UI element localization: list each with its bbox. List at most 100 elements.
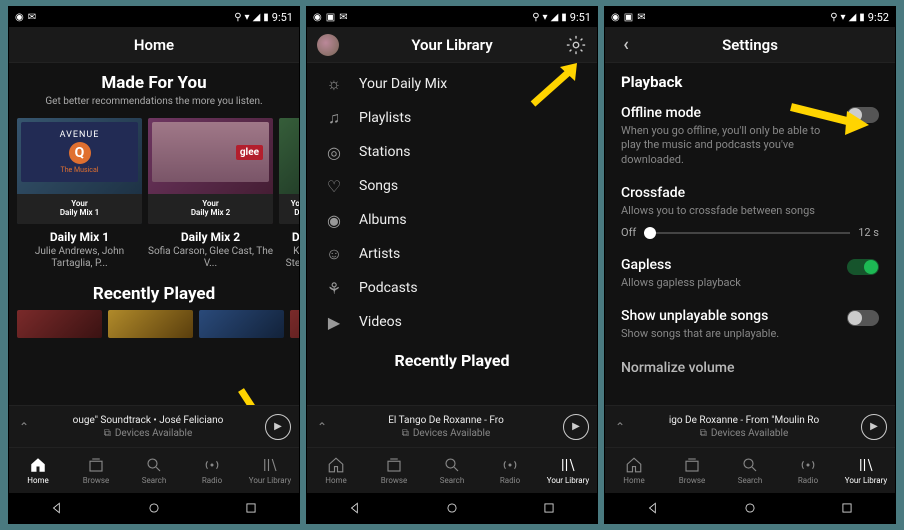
signal-icon: ◢	[253, 12, 261, 23]
library-item-artists[interactable]: ☺ Artists	[307, 237, 597, 271]
recent-item[interactable]	[290, 310, 299, 338]
nav-home[interactable]: Home	[605, 448, 663, 493]
search-icon	[443, 456, 461, 474]
glee-art: glee	[152, 122, 269, 182]
bluetooth-icon: ⚲	[830, 12, 837, 23]
play-button[interactable]: ▶	[861, 414, 887, 440]
nav-library[interactable]: Your Library	[241, 448, 299, 493]
library-content: ☼ Your Daily Mix ♫ Playlists ◎ Stations …	[307, 63, 597, 405]
daily-mix-row[interactable]: AVENUEQThe Musical Your Daily Mix 1 Dail…	[9, 118, 299, 270]
library-icon	[857, 456, 875, 474]
setting-show-unplayable[interactable]: Show unplayable songs Show songs that ar…	[605, 300, 895, 351]
clock: 9:51	[570, 11, 591, 24]
android-navbar	[605, 493, 895, 523]
setting-gapless[interactable]: Gapless Allows gapless playback	[605, 249, 895, 300]
home-button[interactable]	[743, 501, 757, 515]
now-playing-track: El Tango De Roxanne - Fro	[329, 415, 563, 426]
library-item-playlists[interactable]: ♫ Playlists	[307, 101, 597, 135]
wifi-icon: ▾	[841, 12, 846, 23]
recents-button[interactable]	[542, 501, 556, 515]
spotify-status-icon: ◉	[15, 12, 24, 23]
nav-search[interactable]: Search	[423, 448, 481, 493]
now-playing-bar[interactable]: ⌃ El Tango De Roxanne - Fro ⧉Devices Ava…	[307, 405, 597, 447]
crossfade-slider[interactable]: Off 12 s	[605, 220, 895, 249]
radio-icon	[501, 456, 519, 474]
header-title: Settings	[722, 36, 778, 54]
now-playing-bar[interactable]: ⌃ ouge" Soundtrack • José Feliciano ⧉Dev…	[9, 405, 299, 447]
offline-toggle[interactable]	[847, 107, 879, 123]
recent-item[interactable]	[199, 310, 284, 338]
nav-radio[interactable]: Radio	[481, 448, 539, 493]
back-button[interactable]: ‹	[615, 34, 637, 56]
now-playing-bar[interactable]: ⌃ igo De Roxanne - From "Moulin Ro ⧉Devi…	[605, 405, 895, 447]
mail-status-icon: ✉	[637, 12, 645, 23]
devices-label[interactable]: Devices Available	[711, 428, 788, 439]
spotify-status-icon: ◉	[313, 12, 322, 23]
nav-library[interactable]: Your Library	[539, 448, 597, 493]
unplayable-toggle[interactable]	[847, 310, 879, 326]
tile-name: Daily Mix 2	[148, 230, 273, 244]
nav-radio[interactable]: Radio	[183, 448, 241, 493]
note-icon: ♫	[325, 109, 343, 127]
gapless-toggle[interactable]	[847, 259, 879, 275]
library-item-podcasts[interactable]: ⚘ Podcasts	[307, 271, 597, 305]
search-icon	[741, 456, 759, 474]
library-item-stations[interactable]: ◎ Stations	[307, 135, 597, 169]
home-button[interactable]	[445, 501, 459, 515]
bluetooth-icon: ⚲	[234, 12, 241, 23]
daily-mix-1[interactable]: AVENUEQThe Musical Your Daily Mix 1 Dail…	[17, 118, 142, 270]
devices-label[interactable]: Devices Available	[413, 428, 490, 439]
setting-normalize-volume[interactable]: Normalize volume	[605, 352, 895, 386]
settings-gear-icon[interactable]	[565, 34, 587, 56]
home-button[interactable]	[147, 501, 161, 515]
avatar[interactable]	[317, 34, 339, 56]
header-title: Your Library	[411, 36, 492, 54]
play-button[interactable]: ▶	[563, 414, 589, 440]
browse-icon	[87, 456, 105, 474]
phone-settings: ◉ ▣ ✉ ⚲ ▾ ◢ ▮ 9:52 ‹ Settings Playback O…	[604, 6, 896, 524]
made-for-you-title: Made For You	[9, 73, 299, 93]
nav-library[interactable]: Your Library	[837, 448, 895, 493]
daily-mix-3[interactable]: Your Da Da Ka Stev...	[279, 118, 299, 270]
nav-browse[interactable]: Browse	[365, 448, 423, 493]
recently-played-title: Recently Played	[9, 284, 299, 304]
back-button[interactable]	[348, 501, 362, 515]
recently-played-row[interactable]	[9, 310, 299, 338]
back-button[interactable]	[646, 501, 660, 515]
tile-name: Da	[279, 230, 299, 244]
app-header-library: Your Library	[307, 27, 597, 63]
recents-button[interactable]	[840, 501, 854, 515]
android-navbar	[9, 493, 299, 523]
nav-browse[interactable]: Browse	[663, 448, 721, 493]
nav-search[interactable]: Search	[721, 448, 779, 493]
library-item-albums[interactable]: ◉ Albums	[307, 203, 597, 237]
chevron-up-icon[interactable]: ⌃	[17, 420, 31, 434]
tile-meta: Sofia Carson, Glee Cast, The V...	[148, 246, 273, 270]
nav-home[interactable]: Home	[9, 448, 67, 493]
chevron-up-icon[interactable]: ⌃	[613, 420, 627, 434]
chevron-up-icon[interactable]: ⌃	[315, 420, 329, 434]
recent-item[interactable]	[108, 310, 193, 338]
browse-icon	[385, 456, 403, 474]
recent-item[interactable]	[17, 310, 102, 338]
recently-played-title: Recently Played	[307, 351, 597, 370]
play-button[interactable]: ▶	[265, 414, 291, 440]
back-button[interactable]	[50, 501, 64, 515]
nav-browse[interactable]: Browse	[67, 448, 125, 493]
library-item-videos[interactable]: ▶ Videos	[307, 305, 597, 339]
home-icon	[327, 456, 345, 474]
home-icon	[29, 456, 47, 474]
library-item-daily-mix[interactable]: ☼ Your Daily Mix	[307, 67, 597, 101]
app-header-settings: ‹ Settings	[605, 27, 895, 63]
library-item-songs[interactable]: ♡ Songs	[307, 169, 597, 203]
phone-home: ◉ ✉ ⚲ ▾ ◢ ▮ 9:51 Home Made For You Get b…	[8, 6, 300, 524]
browse-icon	[683, 456, 701, 474]
nav-radio[interactable]: Radio	[779, 448, 837, 493]
clock: 9:52	[868, 11, 889, 24]
devices-label[interactable]: Devices Available	[115, 428, 192, 439]
nav-search[interactable]: Search	[125, 448, 183, 493]
setting-offline-mode[interactable]: Offline mode When you go offline, you'll…	[605, 97, 895, 177]
nav-home[interactable]: Home	[307, 448, 365, 493]
daily-mix-2[interactable]: glee Your Daily Mix 2 Daily Mix 2 Sofia …	[148, 118, 273, 270]
recents-button[interactable]	[244, 501, 258, 515]
